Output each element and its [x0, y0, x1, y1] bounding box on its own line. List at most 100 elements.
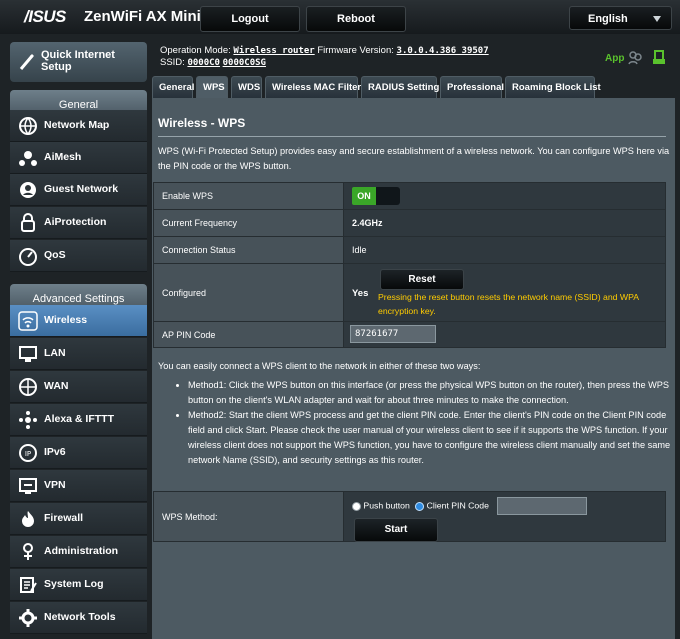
wps-method-options: Push button Client PIN Code [352, 497, 588, 515]
frequency-label: Current Frequency [153, 209, 344, 237]
table-row: WPS Method: Push button Client PIN Code … [153, 491, 666, 542]
wps-method-table: WPS Method: Push button Client PIN Code … [153, 491, 666, 542]
operation-mode-link[interactable]: Wireless router [233, 46, 314, 56]
page-title: Wireless - WPS [158, 116, 246, 130]
admin-icon [23, 543, 33, 560]
ssid-label: SSID: [160, 57, 185, 68]
mesh-icon [19, 151, 37, 166]
sidebar-item-label: Network Tools [44, 611, 116, 623]
tab-general[interactable]: General [152, 76, 194, 98]
app-link[interactable]: App [605, 53, 624, 64]
gauge-icon [19, 248, 37, 266]
globe-icon [19, 378, 37, 396]
sidebar-item-firewall[interactable]: Firewall [10, 503, 147, 535]
sidebar-item-guest-network[interactable]: Guest Network [10, 174, 147, 206]
sidebar-item-aimesh[interactable]: AiMesh [10, 142, 147, 174]
sidebar-item-ipv6[interactable]: IP IPv6 [10, 437, 147, 469]
sidebar-item-label: IPv6 [44, 446, 66, 458]
qis-label: Quick Internet Setup [41, 49, 115, 73]
table-row: AP PIN Code 87261677 [153, 321, 666, 348]
sidebar-item-lan[interactable]: LAN [10, 338, 147, 370]
push-button-radio[interactable] [352, 501, 361, 511]
enable-wps-cell: ON [343, 182, 666, 210]
tab-roaming-block-list[interactable]: Roaming Block List [505, 76, 601, 98]
chevron-down-icon [653, 16, 661, 22]
language-value: English [588, 13, 628, 25]
operation-mode-label: Operation Mode: [160, 45, 231, 56]
table-row: Connection Status Idle [153, 236, 666, 264]
toggle-on-label: ON [352, 187, 376, 205]
push-button-label: Push button [363, 500, 410, 511]
start-button[interactable]: Start [354, 518, 438, 542]
asus-logo: /ISUS [24, 7, 66, 26]
tab-radius-setting[interactable]: RADIUS Setting [361, 76, 439, 98]
sidebar-item-label: AiMesh [44, 151, 82, 163]
language-select[interactable]: English [569, 6, 672, 30]
sidebar-item-qos[interactable]: QoS [10, 240, 147, 272]
connection-status-value: Idle [343, 236, 666, 264]
method-list: Method1: Click the WPS button on this in… [176, 378, 680, 468]
sidebar-item-label: Alexa & IFTTT [44, 413, 115, 425]
sidebar-item-label: Wireless [44, 314, 88, 326]
wps-settings-table: Enable WPS ON Current Frequency 2.4GHz C… [153, 182, 666, 348]
wps-method-label: WPS Method: [153, 491, 344, 542]
configured-cell: Yes Reset Pressing the reset button rese… [343, 263, 666, 322]
sidebar-item-label: Guest Network [44, 183, 119, 195]
svg-text:IP: IP [25, 450, 31, 458]
tab-professional[interactable]: Professional [440, 76, 504, 98]
sidebar-item-network-tools[interactable]: Network Tools [10, 602, 147, 634]
ssid-5g-link[interactable]: 0000C0SG [223, 58, 266, 68]
frequency-value: 2.4GHz [343, 209, 666, 237]
globe-icon [19, 117, 37, 135]
sidebar-item-label: Firewall [44, 512, 84, 524]
sidebar-item-label: Administration [44, 545, 119, 557]
table-row: Enable WPS ON [153, 182, 666, 210]
method1-text: Method1: Click the WPS button on this in… [188, 378, 680, 408]
sidebar-item-label: AiProtection [44, 216, 107, 228]
connection-status-label: Connection Status [153, 236, 344, 264]
client-pin-radio[interactable] [415, 501, 425, 511]
sidebar-item-alexa-ifttt[interactable]: Alexa & IFTTT [10, 404, 147, 436]
tab-wireless-mac-filter[interactable]: Wireless MAC Filter [265, 76, 361, 98]
sidebar-item-label: WAN [44, 380, 69, 392]
logout-button[interactable]: Logout [200, 6, 300, 32]
reset-button[interactable]: Reset [380, 269, 464, 290]
quick-internet-setup-button[interactable]: Quick Internet Setup [10, 42, 147, 82]
ap-pin-cell: 87261677 [343, 321, 666, 348]
monitor-icon [19, 346, 37, 362]
sidebar-item-wireless[interactable]: Wireless [10, 305, 147, 337]
operation-mode-line: Operation Mode: Wireless router Firmware… [160, 45, 489, 56]
reset-note: Pressing the reset button resets the net… [378, 292, 639, 316]
client-pin-input[interactable] [497, 497, 588, 515]
sidebar-item-wan[interactable]: WAN [10, 371, 147, 403]
usb-icon[interactable] [652, 50, 666, 65]
firmware-label: Firmware Version: [317, 45, 394, 56]
sidebar-item-aiprotection[interactable]: AiProtection [10, 207, 147, 239]
sidebar-item-network-map[interactable]: Network Map [10, 110, 147, 142]
guest-icon [20, 182, 36, 198]
tab-wps[interactable]: WPS [196, 76, 228, 98]
vpn-icon [19, 478, 37, 494]
reboot-button[interactable]: Reboot [306, 6, 406, 32]
sidebar-item-administration[interactable]: Administration [10, 536, 147, 568]
ways-intro: You can easily connect a WPS client to t… [158, 361, 481, 371]
sidebar-item-label: QoS [44, 249, 66, 261]
enable-wps-toggle[interactable]: ON [352, 187, 400, 205]
tab-wds[interactable]: WDS [231, 76, 262, 98]
ap-pin-field[interactable]: 87261677 [350, 325, 436, 343]
tools-icon [19, 609, 37, 627]
log-icon [20, 577, 37, 593]
dots-icon [19, 411, 37, 429]
ssid-2g-link[interactable]: 0000C0 [187, 58, 220, 68]
table-row: Configured Yes Reset Pressing the reset … [153, 263, 666, 322]
configured-value: Yes [352, 288, 369, 299]
table-row: Current Frequency 2.4GHz [153, 209, 666, 237]
sidebar-item-system-log[interactable]: System Log [10, 569, 147, 601]
sidebar-item-vpn[interactable]: VPN [10, 470, 147, 502]
firmware-version-link[interactable]: 3.0.0.4.386_39507 [397, 46, 489, 56]
users-icon[interactable] [628, 51, 642, 65]
ssid-line: SSID: 0000C0 0000C0SG [160, 57, 266, 68]
ap-pin-label: AP PIN Code [153, 321, 344, 348]
enable-wps-label: Enable WPS [153, 182, 344, 210]
configured-label: Configured [153, 263, 344, 322]
